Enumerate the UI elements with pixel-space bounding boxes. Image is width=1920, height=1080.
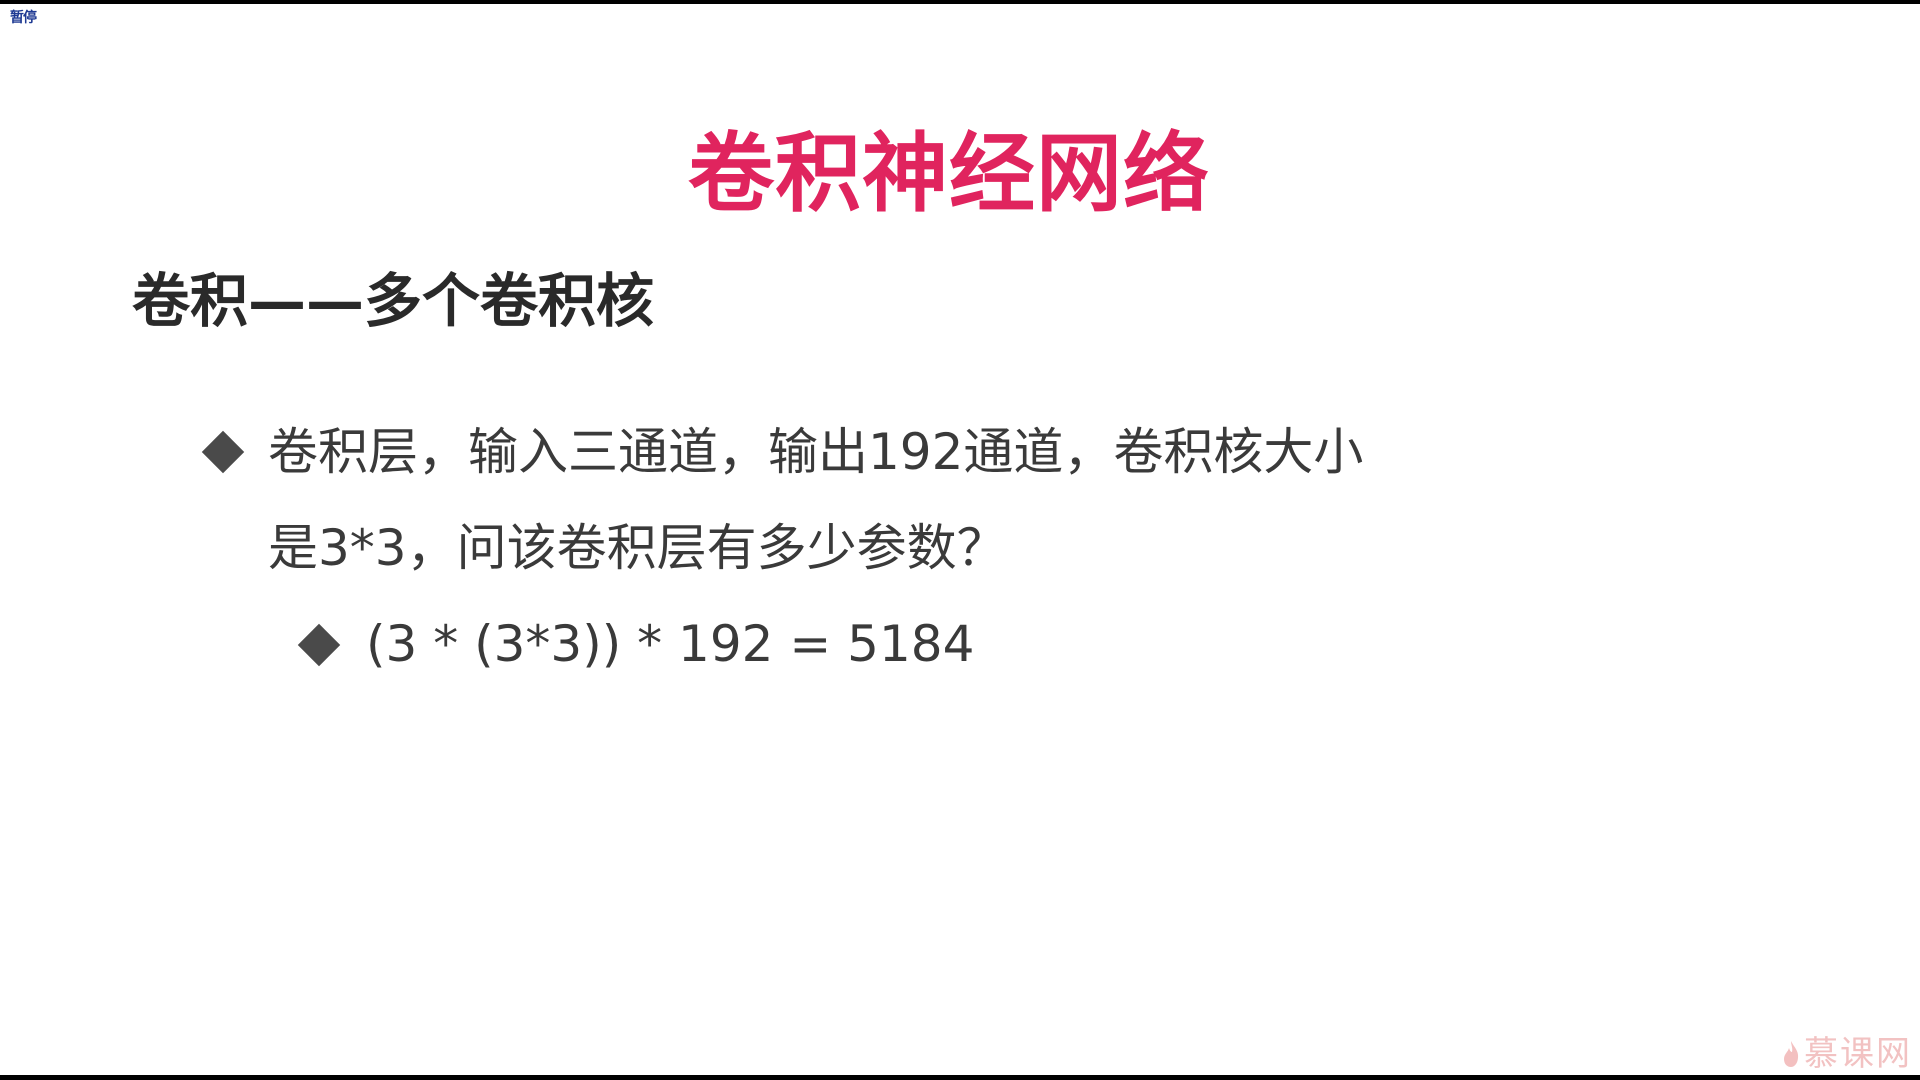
- diamond-bullet-icon: [297, 623, 341, 667]
- flame-logo-icon: [1782, 1040, 1800, 1068]
- watermark-text: 慕课网: [1804, 1034, 1912, 1074]
- video-frame: 暂停 卷积神经网络 卷积——多个卷积核 卷积层，输入三通道，输出192通道，卷积…: [0, 4, 1920, 1075]
- slide-title: 卷积神经网络: [688, 124, 1210, 224]
- slide-subtitle: 卷积——多个卷积核: [132, 267, 655, 335]
- diamond-bullet-icon: [201, 430, 245, 474]
- bullet-question-line2: 是3*3，问该卷积层有多少参数？: [268, 519, 1007, 577]
- watermark: 慕课网: [1782, 1033, 1912, 1075]
- bullet-answer-text: (3 * (3*3)) * 192 = 5184: [366, 615, 975, 673]
- pause-indicator[interactable]: 暂停: [10, 10, 37, 26]
- bullet-question-line1: 卷积层，输入三通道，输出192通道，卷积核大小: [268, 423, 1364, 481]
